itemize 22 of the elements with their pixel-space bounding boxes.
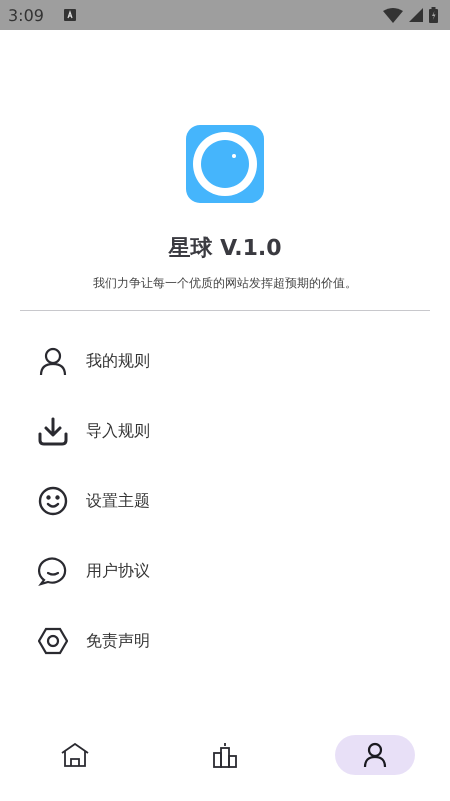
- app-logo-icon: [186, 125, 264, 203]
- menu-item[interactable]: 导入规则: [38, 396, 408, 466]
- battery-icon: [429, 7, 438, 23]
- menu-item[interactable]: 我的规则: [38, 326, 408, 396]
- user-icon: [363, 742, 387, 768]
- nav-tab[interactable]: [335, 735, 415, 775]
- podium-icon: [212, 742, 238, 768]
- smile-icon: [38, 486, 68, 516]
- user-icon: [38, 346, 68, 376]
- download-icon: [38, 416, 68, 446]
- app-title: 星球 V.1.0: [168, 235, 282, 263]
- home-icon: [61, 742, 89, 768]
- menu-item[interactable]: 用户协议: [38, 536, 408, 606]
- status-time: 3:09: [8, 6, 44, 24]
- app-tagline: 我们力争让每一个优质的网站发挥超预期的价值。: [93, 275, 357, 292]
- menu-item[interactable]: 设置主题: [38, 466, 408, 536]
- wifi-icon: [383, 8, 403, 22]
- chat-icon: [38, 556, 68, 586]
- hexagon-icon: [38, 626, 68, 656]
- keyboard-icon: [64, 9, 76, 21]
- signal-icon: [409, 8, 423, 22]
- menu-item[interactable]: 免责声明: [38, 606, 408, 676]
